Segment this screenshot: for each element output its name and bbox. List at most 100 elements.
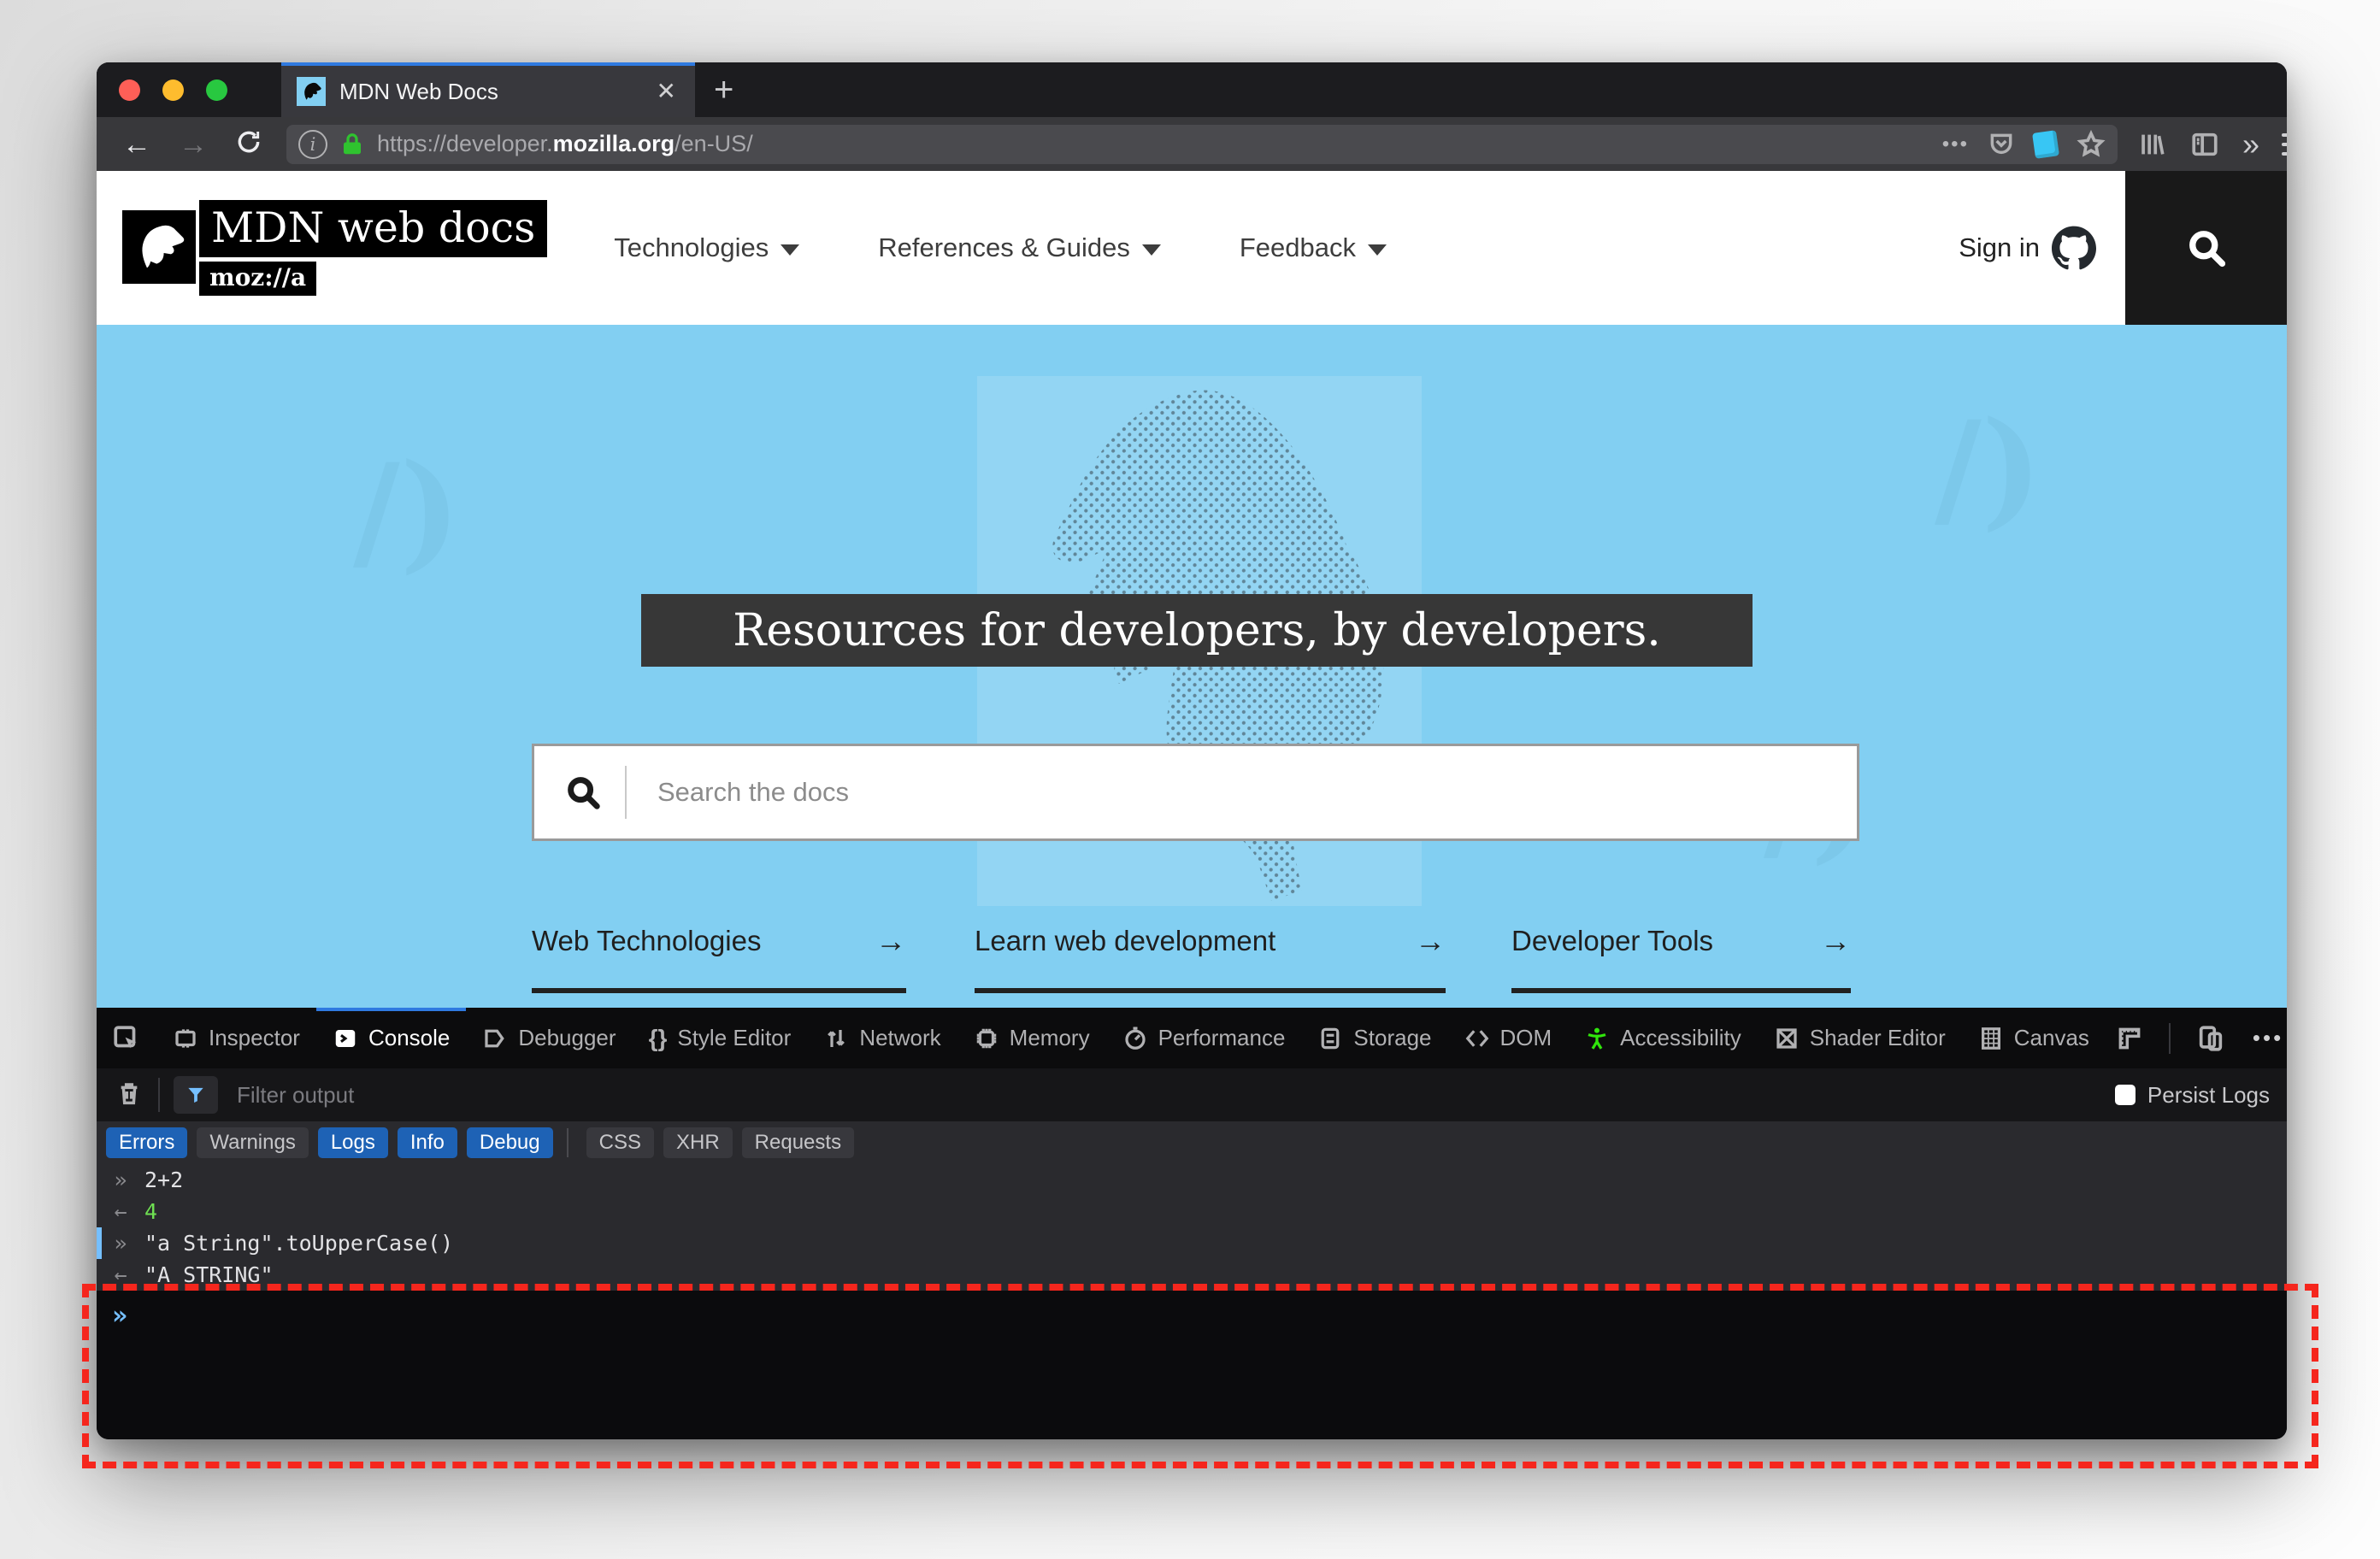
devtools-toolbox-tabs: Inspector Console Debugger {} Style Edit… [97, 1008, 2287, 1069]
braces-icon: {} [648, 1024, 668, 1051]
console-input-area[interactable]: » [97, 1291, 2287, 1439]
sidebar-icon[interactable] [2189, 130, 2220, 159]
screenshot-extension-icon[interactable] [2032, 129, 2059, 159]
console-result-row: ← "A STRING" [97, 1259, 2287, 1291]
minimize-window-button[interactable] [162, 79, 184, 101]
persist-logs-checkbox[interactable] [2114, 1085, 2136, 1105]
nav-feedback[interactable]: Feedback [1240, 232, 1387, 263]
tab-canvas[interactable]: Canvas [1962, 1008, 2106, 1068]
hero-headline: Resources for developers, by developers. [641, 594, 1753, 667]
link-learn-web-development[interactable]: Learn web development → [975, 923, 1446, 993]
nav-references-guides[interactable]: References & Guides [878, 232, 1161, 263]
divider [566, 1128, 568, 1157]
chevron-down-icon [781, 244, 800, 256]
navigation-toolbar: ← → i https://developer.mozilla.org/en-U… [97, 117, 2287, 172]
arrow-right-icon: → [875, 923, 906, 958]
console-input-row: » "a String".toUpperCase() [97, 1227, 2287, 1259]
devtools-menu-icon[interactable]: ••• [2242, 1025, 2287, 1051]
search-icon [2189, 231, 2225, 268]
search-icon [568, 777, 600, 809]
link-web-technologies[interactable]: Web Technologies → [532, 923, 906, 993]
traffic-lights [97, 62, 264, 117]
pick-element-icon[interactable] [97, 1008, 156, 1068]
nav-technologies[interactable]: Technologies [614, 232, 800, 263]
library-icon[interactable] [2136, 130, 2167, 159]
page-info-icon[interactable]: i [298, 129, 327, 159]
filter-info[interactable]: Info [397, 1127, 457, 1158]
pocket-icon[interactable] [1988, 131, 2015, 158]
url-text: https://developer.mozilla.org/en-US/ [377, 131, 753, 156]
tab-memory[interactable]: Memory [957, 1008, 1106, 1068]
console-toolbar: Filter output Persist Logs [97, 1068, 2287, 1122]
tab-accessibility[interactable]: Accessibility [1568, 1008, 1758, 1068]
arrow-right-icon: → [1415, 923, 1446, 958]
tab-mdn-web-docs[interactable]: MDN Web Docs ✕ [281, 62, 695, 117]
reload-button[interactable] [221, 128, 276, 161]
zoom-window-button[interactable] [206, 79, 227, 101]
bookmark-star-icon[interactable] [2077, 129, 2106, 159]
filter-icon[interactable] [174, 1076, 218, 1114]
tab-network[interactable]: Network [807, 1008, 957, 1068]
hero-section: /) /) /) Resources for developers, by de… [97, 325, 2287, 1008]
mdn-dino-icon [122, 210, 196, 284]
tab-performance[interactable]: Performance [1106, 1008, 1302, 1068]
sign-in-button[interactable]: Sign in [1959, 226, 2096, 270]
filter-warnings[interactable]: Warnings [197, 1127, 309, 1158]
tab-debugger[interactable]: Debugger [466, 1008, 632, 1068]
toolbar-overflow-icon[interactable]: » [2242, 128, 2259, 160]
tab-shader-editor[interactable]: Shader Editor [1758, 1008, 1962, 1068]
filter-logs[interactable]: Logs [317, 1127, 388, 1158]
docs-search-box[interactable] [532, 744, 1859, 841]
rulers-icon[interactable] [2106, 1025, 2153, 1052]
persist-logs-toggle[interactable]: Persist Logs [2114, 1082, 2270, 1109]
tab-console[interactable]: Console [315, 1008, 467, 1068]
filter-output-input[interactable]: Filter output [237, 1082, 354, 1109]
ghost-glyph: /) [353, 436, 461, 586]
filter-debug[interactable]: Debug [466, 1127, 553, 1158]
input-prompt-icon: » [114, 1168, 127, 1192]
mdn-header: MDN web docs moz://a Technologies Refere… [97, 171, 2287, 325]
arrow-right-icon: → [1820, 923, 1851, 958]
github-icon [2052, 226, 2096, 270]
back-button[interactable]: ← [109, 130, 165, 159]
new-tab-button[interactable]: + [695, 62, 752, 117]
docs-search-input[interactable] [656, 776, 1857, 809]
responsive-design-mode-icon[interactable] [2186, 1024, 2236, 1053]
divider [625, 766, 627, 819]
chevron-down-icon [1368, 244, 1387, 256]
main-navigation: Technologies References & Guides Feedbac… [614, 232, 1387, 263]
page-actions-icon[interactable]: ••• [1942, 132, 1969, 156]
mozilla-wordmark: moz://a [199, 262, 317, 296]
console-input-row: » 2+2 [97, 1164, 2287, 1196]
tab-storage[interactable]: Storage [1301, 1008, 1447, 1068]
result-arrow-icon: ← [114, 1262, 127, 1287]
forward-button[interactable]: → [165, 130, 221, 159]
mdn-favicon-icon [297, 77, 326, 106]
menu-icon[interactable] [2282, 132, 2287, 156]
chevron-down-icon [1141, 244, 1161, 256]
url-bar[interactable]: i https://developer.mozilla.org/en-US/ •… [286, 124, 2118, 164]
header-search-button[interactable] [2125, 171, 2287, 325]
clear-console-icon[interactable] [115, 1079, 143, 1112]
result-arrow-icon: ← [114, 1199, 127, 1224]
tab-inspector[interactable]: Inspector [156, 1008, 316, 1068]
filter-errors[interactable]: Errors [106, 1127, 188, 1158]
console-output: » 2+2 ← 4 » "a String".toUpperCase() ← "… [97, 1164, 2287, 1291]
close-window-button[interactable] [119, 79, 140, 101]
input-prompt-icon: » [114, 1231, 127, 1256]
filter-xhr[interactable]: XHR [663, 1127, 733, 1158]
filter-requests[interactable]: Requests [741, 1127, 855, 1158]
tab-dom[interactable]: DOM [1448, 1008, 1569, 1068]
desktop: MDN Web Docs ✕ + ← → i https://developer… [0, 0, 2380, 1559]
tab-close-icon[interactable]: ✕ [653, 76, 680, 107]
mdn-logo[interactable]: MDN web docs moz://a [122, 200, 548, 296]
console-result-row: ← 4 [97, 1196, 2287, 1227]
filter-css[interactable]: CSS [586, 1127, 654, 1158]
link-developer-tools[interactable]: Developer Tools → [1511, 923, 1851, 993]
console-filter-bar: Errors Warnings Logs Info Debug CSS XHR … [97, 1121, 2287, 1165]
divider [158, 1078, 160, 1112]
mdn-wordmark: MDN web docs [199, 200, 548, 257]
tab-style-editor[interactable]: {} Style Editor [633, 1008, 808, 1068]
browser-window: MDN Web Docs ✕ + ← → i https://developer… [97, 62, 2287, 1439]
divider [2168, 1022, 2171, 1054]
